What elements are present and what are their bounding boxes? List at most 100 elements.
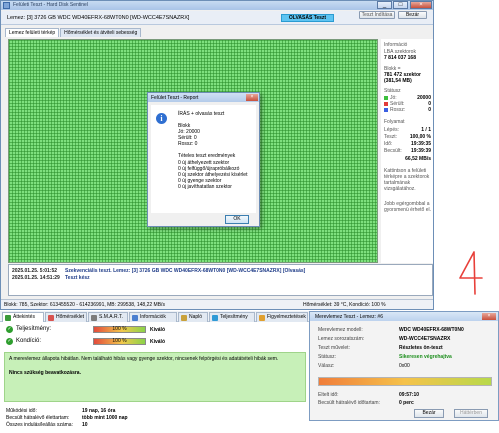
tab-alerts-label: Figyelmeztetések bbox=[267, 314, 306, 320]
start-test-button[interactable]: Teszt Indítása bbox=[359, 11, 395, 19]
good-color-icon bbox=[384, 96, 388, 100]
report-line: ÍRÁS + olvasás teszt bbox=[178, 111, 225, 117]
status-label: Státusz: bbox=[318, 354, 337, 360]
report-line: Rossz: 0 bbox=[178, 141, 198, 147]
info-icon: i bbox=[156, 113, 167, 124]
damaged-color-icon bbox=[384, 102, 388, 106]
close-button[interactable]: Bezár bbox=[398, 11, 427, 19]
lifetime-value: több mint 1000 nap bbox=[82, 415, 128, 421]
model-label: Merevlemez modell: bbox=[318, 327, 363, 333]
bad-label: Rossz: bbox=[390, 107, 406, 113]
check-icon: ✓ bbox=[6, 338, 13, 345]
time-label: Idő: bbox=[384, 141, 393, 147]
bad-color-icon bbox=[384, 108, 388, 112]
block-size: (381,54 MB) bbox=[384, 78, 412, 84]
estimate-value: 19:39:39 bbox=[410, 148, 431, 154]
startstop-label: Összes indulás/leállás száma: bbox=[6, 422, 73, 428]
step-value: 1 / 1 bbox=[421, 127, 431, 133]
progress-fill bbox=[319, 378, 491, 385]
estimate-label: Becsült: bbox=[384, 148, 402, 154]
tab-performance[interactable]: Teljesítmény bbox=[209, 312, 255, 322]
log-text-1: Szekvenciális teszt. Lemez: [3] 3726 GB … bbox=[65, 268, 306, 274]
hint-click-map: Kattintson a felületi térképre a szektor… bbox=[384, 168, 430, 192]
status-bar: Blokk: 785, Szektor: 613455520 - 6142369… bbox=[1, 299, 433, 309]
remaining-value: 0 perc bbox=[399, 400, 414, 406]
background-button[interactable]: Háttérben bbox=[454, 409, 488, 418]
lba-value: 7 814 037 168 bbox=[384, 55, 416, 61]
operation-label: Teszt művelet: bbox=[318, 345, 350, 351]
check-icon: ✓ bbox=[6, 326, 13, 333]
status-title: Státusz bbox=[384, 88, 401, 94]
report-line: 0 új javíthatatlan szektor bbox=[178, 184, 232, 190]
smart-icon bbox=[91, 315, 97, 321]
tab-temperature-bottom[interactable]: Hőmérséklet bbox=[45, 312, 87, 322]
startstop-value: 10 bbox=[82, 422, 88, 428]
app-icon bbox=[3, 2, 10, 9]
tab-temperature[interactable]: Hőmérséklet és átviteli sebesség bbox=[60, 28, 142, 37]
log-area: 2025.01.25. 5:01:52 Szekvenciális teszt.… bbox=[8, 264, 433, 296]
performance-bar: 100 % bbox=[93, 326, 146, 333]
operation-value: Részletes ön-teszt bbox=[399, 345, 443, 351]
tab-overview-label: Áttekintés bbox=[13, 314, 35, 320]
performance-icon bbox=[212, 315, 218, 321]
warning-icon bbox=[259, 315, 265, 321]
status-message: A merevlemez állapota hibátlan. Nem talá… bbox=[4, 352, 306, 402]
log-text-2: Teszt kész bbox=[65, 275, 90, 281]
test-label: Teszt: bbox=[384, 134, 398, 140]
tab-surface-map[interactable]: Lemez felületi térkép bbox=[5, 28, 60, 37]
tab-alerts[interactable]: Figyelmeztetések bbox=[256, 312, 308, 322]
model-value: WDC WD40EFRX-68WT0N0 bbox=[399, 327, 464, 333]
tab-overview[interactable]: Áttekintés bbox=[2, 312, 44, 322]
hdd-test-close-button[interactable]: × bbox=[482, 313, 496, 320]
elapsed-label: Eltelt idő: bbox=[318, 392, 339, 398]
disk-label: Lemez: [3] 3726 GB WDC WD40EFRX-68WT0N0 … bbox=[7, 15, 190, 21]
progress-title: Folyamat bbox=[384, 119, 405, 125]
tab-information-label: Információk bbox=[140, 314, 166, 320]
ok-button[interactable]: OK bbox=[225, 215, 249, 224]
minimize-button[interactable]: _ bbox=[377, 1, 392, 9]
test-progress-bar bbox=[318, 377, 492, 386]
side-panel: Információ LBA szektorok 7 814 037 168 B… bbox=[381, 39, 433, 263]
health-rating: Kiváló bbox=[150, 339, 166, 345]
hint-right-click: Jobb egérgombbal a gyorsmenü érhető el. bbox=[384, 201, 431, 213]
tab-performance-label: Teljesítmény bbox=[220, 314, 248, 320]
action-text: Nincs szükség beavatkozásra. bbox=[9, 370, 81, 376]
info-title: Információ bbox=[384, 42, 408, 48]
status-value: Sikeresen végrehajtva bbox=[399, 354, 452, 360]
tab-smart-label: S.M.A.R.T. bbox=[99, 314, 123, 320]
serial-value: WD-WCC4E7SNAZRX bbox=[399, 336, 451, 342]
window-title: Felületi Teszt - Hard Disk Sentinel bbox=[13, 2, 88, 8]
remaining-label: Becsült hátralévő időtartam: bbox=[318, 400, 380, 406]
close-window-button[interactable]: × bbox=[410, 1, 432, 9]
tab-log-label: Napló bbox=[189, 314, 203, 320]
step-label: Lépés: bbox=[384, 127, 400, 133]
hdd-test-window: Merevlemez Teszt - Lemez: #6 × Merevleme… bbox=[309, 311, 499, 421]
health-label: Kondíció: bbox=[16, 338, 42, 344]
overview-icon bbox=[5, 315, 11, 321]
handwritten-annotation bbox=[459, 251, 483, 295]
tab-log[interactable]: Napló bbox=[178, 312, 208, 322]
log-time-1: 2025.01.25. 5:01:52 bbox=[12, 268, 58, 274]
uptime-value: 19 nap, 16 óra bbox=[82, 408, 116, 414]
maximize-button[interactable]: □ bbox=[393, 1, 408, 9]
report-line: Tételes teszt eredmények bbox=[178, 153, 236, 159]
lifetime-label: Becsült hátralévő élettartam: bbox=[6, 415, 70, 421]
report-dialog-title: Felület Teszt - Report bbox=[148, 93, 259, 102]
tab-information[interactable]: Információk bbox=[129, 312, 177, 322]
report-close-button[interactable]: × bbox=[246, 94, 258, 101]
performance-rating: Kiváló bbox=[150, 327, 166, 333]
hdd-test-title: Merevlemez Teszt - Lemez: #6 bbox=[310, 312, 498, 321]
close-test-button[interactable]: Bezár bbox=[414, 409, 444, 418]
performance-label: Teljesítmény: bbox=[16, 326, 52, 332]
tab-strip: Lemez felületi térkép Hőmérséklet és átvi… bbox=[5, 28, 142, 37]
status-badge: OLVASÁS Teszt bbox=[281, 14, 334, 22]
time-value: 19:39:35 bbox=[410, 141, 431, 147]
report-body: i ÍRÁS + olvasás teszt Blokk Jó: 20000 S… bbox=[151, 105, 256, 213]
status-right: Hőmérséklet: 39 °C, Kondíció: 100 % bbox=[303, 302, 386, 308]
info-tab-icon bbox=[132, 315, 138, 321]
toolbar: Lemez: [3] 3726 GB WDC WD40EFRX-68WT0N0 … bbox=[1, 11, 433, 25]
tab-smart[interactable]: S.M.A.R.T. bbox=[88, 312, 128, 322]
title-bar: Felületi Teszt - Hard Disk Sentinel _ □ … bbox=[1, 1, 433, 10]
elapsed-value: 09:57:10 bbox=[399, 392, 420, 398]
speed-value: 66,52 MB/s bbox=[405, 156, 431, 162]
